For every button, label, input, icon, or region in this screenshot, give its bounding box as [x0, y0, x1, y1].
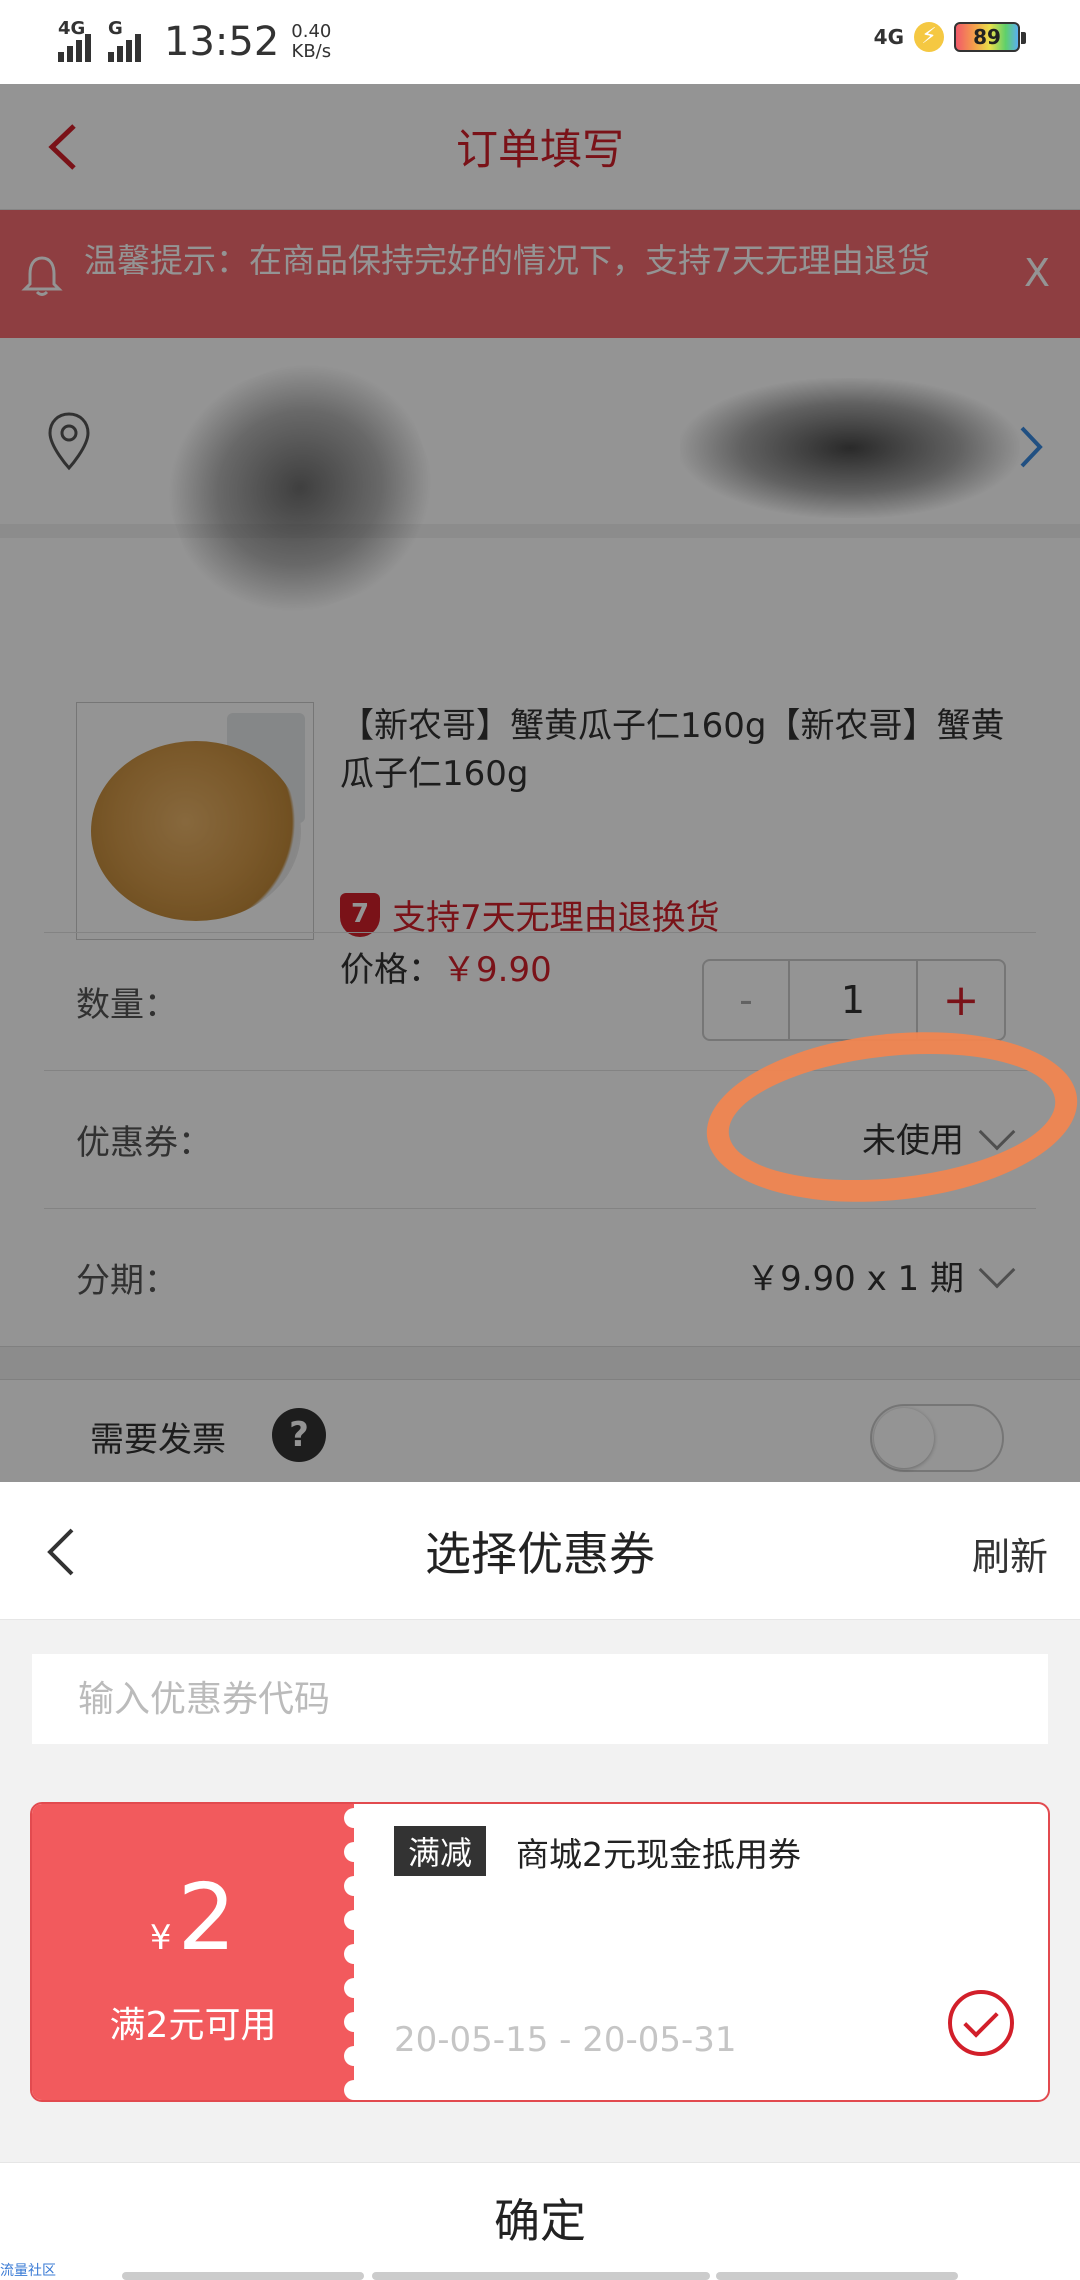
coupon-type-tag: 满减	[394, 1826, 487, 1876]
coupon-condition: 满2元可用	[109, 2005, 277, 2046]
confirm-button[interactable]: 确定	[0, 2163, 1080, 2273]
status-bar: 4G G 13:52 0.40 KB/s 4G ⚡ 89	[0, 0, 1080, 84]
battery-icon: 89	[954, 22, 1026, 52]
coupon-amount: ¥2	[149, 1864, 237, 1971]
coupon-sheet: 选择优惠券 刷新 ¥2 满2元可用 满减 商城2元现金抵用券 20-05-15 …	[0, 1482, 1080, 2280]
network-speed: 0.40 KB/s	[291, 21, 332, 62]
coupon-code-input[interactable]	[32, 1654, 1048, 1744]
network-type-indicator: 4G	[873, 25, 904, 49]
nav-bar-segment	[716, 2272, 958, 2280]
nav-bar-segment	[122, 2272, 364, 2280]
nav-bar-segment	[372, 2272, 710, 2280]
watermark-text: 流量社区	[0, 2263, 56, 2279]
charging-bolt-icon: ⚡	[914, 22, 944, 52]
refresh-button[interactable]: 刷新	[972, 1526, 1048, 1581]
check-circle-icon[interactable]	[948, 1990, 1014, 2056]
coupon-validity-dates: 20-05-15 - 20-05-31	[394, 2020, 737, 2060]
signal-icon-secondary: G	[108, 18, 144, 62]
coupon-name: 商城2元现金抵用券	[516, 1835, 801, 1874]
modal-backdrop[interactable]	[0, 84, 1080, 1482]
coupon-perforation	[344, 1804, 364, 2100]
sheet-header: 选择优惠券 刷新	[0, 1482, 1080, 1620]
coupon-card[interactable]: ¥2 满2元可用 满减 商城2元现金抵用券 20-05-15 - 20-05-3…	[30, 1802, 1050, 2102]
signal-icon: 4G	[58, 18, 94, 62]
coupon-value-panel: ¥2 满2元可用	[32, 1804, 354, 2100]
back-icon[interactable]	[44, 1526, 80, 1578]
clock: 13:52	[164, 19, 280, 65]
sheet-title: 选择优惠券	[425, 1526, 655, 1581]
confirm-bar: 确定 流量社区	[0, 2162, 1080, 2280]
